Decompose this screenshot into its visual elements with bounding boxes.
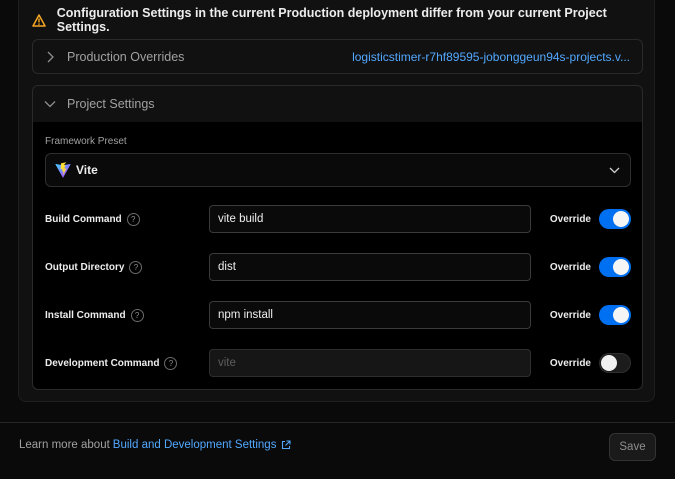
production-overrides-title: Production Overrides [67, 50, 185, 64]
project-settings-title: Project Settings [67, 97, 155, 111]
output-directory-input[interactable]: dist [209, 253, 531, 281]
development-command-label: Development Command [45, 357, 160, 369]
output-directory-override-toggle[interactable] [599, 257, 631, 277]
production-overrides-header[interactable]: Production Overrides logisticstimer-r7hf… [33, 40, 642, 74]
project-settings-accordion: Project Settings Framework Preset Vite B… [32, 85, 643, 390]
warning-triangle-icon [31, 12, 47, 28]
help-icon[interactable]: ? [126, 212, 140, 226]
production-overrides-accordion[interactable]: Production Overrides logisticstimer-r7hf… [32, 39, 643, 74]
save-button[interactable]: Save [609, 433, 656, 461]
install-command-override-toggle[interactable] [599, 305, 631, 325]
chevron-right-icon [43, 50, 57, 64]
build-command-label: Build Command [45, 213, 122, 225]
project-settings-header[interactable]: Project Settings [33, 86, 642, 122]
framework-preset-value: Vite [76, 163, 98, 177]
framework-preset-select[interactable]: Vite [45, 153, 631, 187]
help-icon[interactable]: ? [130, 308, 144, 322]
config-warning: Configuration Settings in the current Pr… [31, 6, 654, 34]
install-command-row: Install Command ? npm install Override [45, 301, 631, 329]
development-command-override-label: Override [549, 357, 591, 369]
development-command-override-toggle[interactable] [599, 353, 631, 373]
chevron-down-icon [609, 167, 620, 174]
output-directory-label: Output Directory [45, 261, 125, 273]
output-directory-override-label: Override [549, 261, 591, 273]
development-command-input[interactable]: vite [209, 349, 531, 377]
output-directory-row: Output Directory ? dist Override [45, 253, 631, 281]
build-settings-card: Configuration Settings in the current Pr… [18, 0, 655, 402]
learn-more: Learn more about Build and Development S… [19, 439, 292, 451]
external-link-icon [281, 440, 292, 450]
project-settings-body: Framework Preset Vite Build Command ? vi… [33, 122, 642, 389]
build-command-row: Build Command ? vite build Override [45, 205, 631, 233]
development-command-row: Development Command ? vite Override [45, 349, 631, 377]
framework-preset-label: Framework Preset [45, 136, 127, 147]
learn-more-prefix: Learn more about [19, 439, 110, 451]
install-command-override-label: Override [549, 309, 591, 321]
help-icon[interactable]: ? [129, 260, 143, 274]
install-command-label: Install Command [45, 309, 126, 321]
build-command-override-toggle[interactable] [599, 209, 631, 229]
production-deployment-link[interactable]: logisticstimer-r7hf89595-jobonggeun94s-p… [352, 50, 630, 64]
build-command-override-label: Override [549, 213, 591, 225]
help-icon[interactable]: ? [164, 356, 178, 370]
chevron-down-icon [43, 97, 57, 111]
warning-text: Configuration Settings in the current Pr… [56, 6, 607, 34]
build-command-input[interactable]: vite build [209, 205, 531, 233]
install-command-input[interactable]: npm install [209, 301, 531, 329]
settings-footer: Learn more about Build and Development S… [0, 422, 675, 479]
build-settings-docs-link[interactable]: Build and Development Settings [113, 439, 277, 451]
vite-logo-icon [55, 162, 71, 178]
